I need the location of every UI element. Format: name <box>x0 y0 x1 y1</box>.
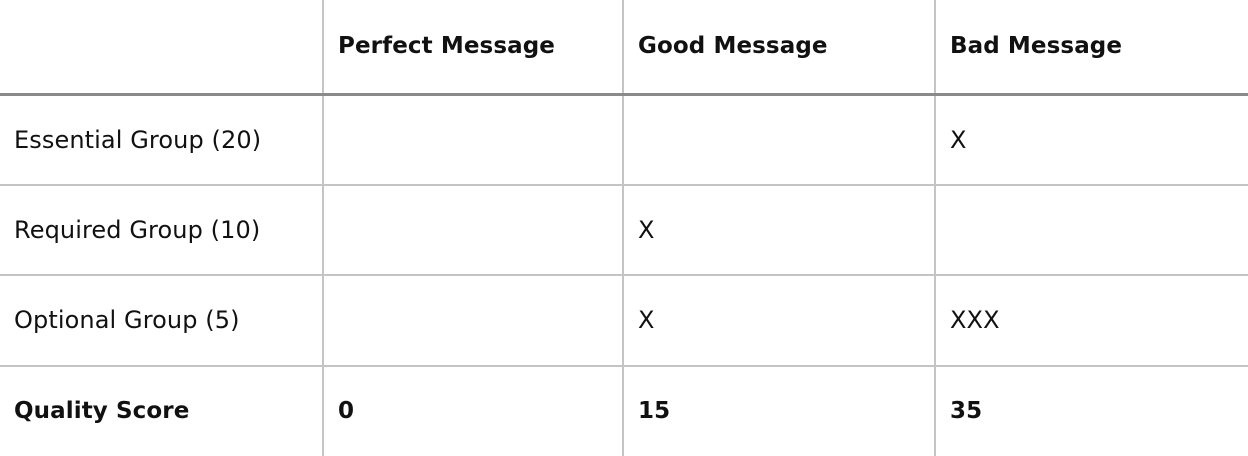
table-row-required-group: Required Group (10) X <box>0 183 1248 277</box>
cell-essential-bad: X <box>934 93 1248 186</box>
table-row-essential-group: Essential Group (20) X <box>0 93 1248 186</box>
column-header-perfect-message: Perfect Message <box>322 0 624 96</box>
score-bad-message: 35 <box>934 364 1248 456</box>
column-header-bad-message: Bad Message <box>934 0 1248 96</box>
cell-optional-good: X <box>622 274 936 367</box>
row-label-optional-group: Optional Group (5) <box>0 274 324 367</box>
cell-required-perfect <box>322 183 624 277</box>
cell-essential-good <box>622 93 936 186</box>
row-label-quality-score: Quality Score <box>0 364 324 456</box>
row-label-required-group: Required Group (10) <box>0 183 324 277</box>
quality-score-table: Perfect Message Good Message Bad Message… <box>0 0 1248 456</box>
score-good-message: 15 <box>622 364 936 456</box>
cell-optional-perfect <box>322 274 624 367</box>
row-label-essential-group: Essential Group (20) <box>0 93 324 186</box>
cell-essential-perfect <box>322 93 624 186</box>
table-header-row: Perfect Message Good Message Bad Message <box>0 0 1248 96</box>
header-corner-cell <box>0 0 324 96</box>
column-header-good-message: Good Message <box>622 0 936 96</box>
score-perfect-message: 0 <box>322 364 624 456</box>
cell-required-good: X <box>622 183 936 277</box>
table-row-quality-score: Quality Score 0 15 35 <box>0 364 1248 456</box>
cell-optional-bad: XXX <box>934 274 1248 367</box>
cell-required-bad <box>934 183 1248 277</box>
table-row-optional-group: Optional Group (5) X XXX <box>0 274 1248 367</box>
